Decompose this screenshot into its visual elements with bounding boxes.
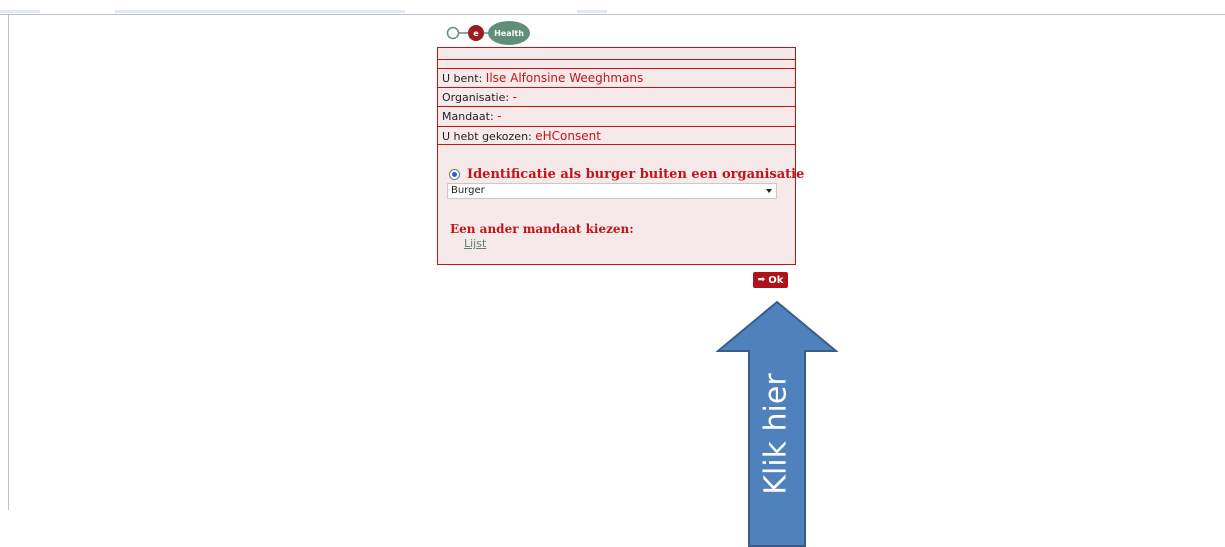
ehealth-logo: e Health: [446, 21, 530, 45]
organisation-row: Organisatie: -: [438, 87, 795, 106]
mandate-list-link[interactable]: Lijst: [464, 237, 486, 250]
ok-button[interactable]: ➡ Ok: [753, 272, 788, 288]
browser-top-border: [0, 0, 1225, 15]
mandate-row: Mandaat: -: [438, 106, 795, 125]
page: e Health U bent: Ilse Alfonsine Weeghman…: [0, 0, 1225, 547]
arrow-right-icon: ➡: [757, 275, 766, 285]
logo-letter: e: [473, 29, 479, 38]
role-select-value: Burger: [451, 185, 485, 196]
chosen-label: U hebt gekozen:: [442, 130, 532, 143]
identification-radio[interactable]: [449, 168, 460, 180]
session-panel: U bent: Ilse Alfonsine Weeghmans Organis…: [437, 47, 804, 265]
top-border-segment: [115, 10, 405, 13]
user-value: Ilse Alfonsine Weeghmans: [485, 71, 644, 85]
identification-option[interactable]: Identificatie als burger buiten een orga…: [449, 166, 804, 182]
role-select[interactable]: Burger: [447, 183, 777, 199]
click-here-text: Klik hier: [758, 373, 794, 495]
left-border: [8, 14, 9, 510]
chosen-row: U hebt gekozen: eHConsent: [438, 126, 795, 145]
other-mandate-heading: Een ander mandaat kiezen:: [450, 222, 634, 236]
top-border-segment: [0, 10, 40, 13]
user-row: U bent: Ilse Alfonsine Weeghmans: [438, 68, 795, 87]
logo-brand-text: Health: [494, 29, 524, 38]
mandate-label: Mandaat:: [442, 110, 494, 123]
chosen-value: eHConsent: [535, 129, 601, 143]
user-label: U bent:: [442, 72, 483, 85]
chevron-down-icon[interactable]: [766, 189, 772, 193]
mandate-value: -: [497, 109, 502, 123]
top-border-segment: [577, 10, 607, 13]
identification-radio-label[interactable]: Identificatie als burger buiten een orga…: [467, 167, 804, 182]
organisation-label: Organisatie:: [442, 91, 510, 104]
organisation-value: -: [512, 90, 517, 104]
radio-selected-dot: [452, 171, 457, 177]
ok-button-label: Ok: [768, 274, 784, 286]
